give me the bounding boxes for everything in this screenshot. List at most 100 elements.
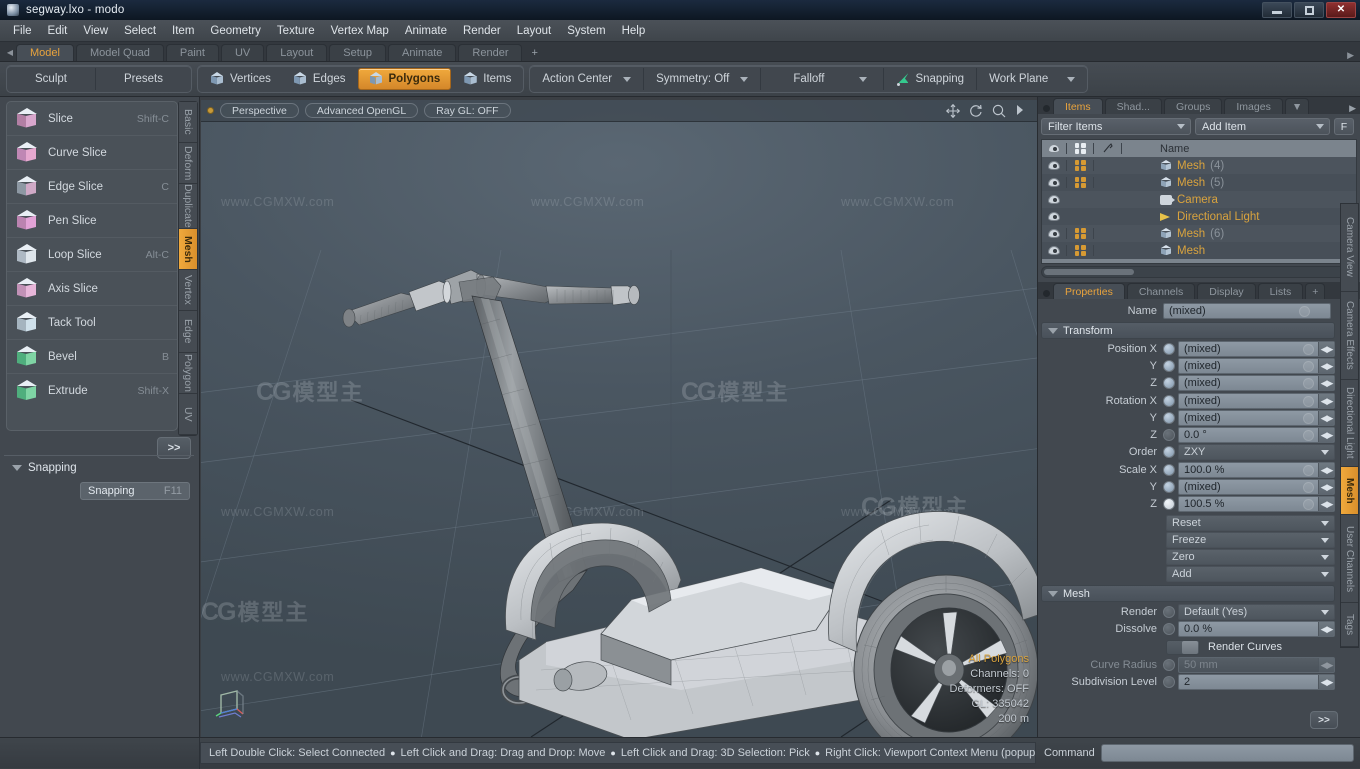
vtab-mesh[interactable]: Mesh <box>1341 467 1358 516</box>
menu-help[interactable]: Help <box>615 23 653 39</box>
edges-mode-button[interactable]: Edges <box>283 68 356 90</box>
render-dropdown[interactable]: Default (Yes) <box>1178 604 1335 620</box>
vtab-duplicate[interactable]: Duplicate <box>179 184 197 230</box>
layout-tab-render[interactable]: Render <box>458 44 523 61</box>
position-y-input[interactable]: (mixed) ◀▶ <box>1178 358 1335 374</box>
layout-tab-layout[interactable]: Layout <box>266 44 328 61</box>
spinner-icon[interactable]: ◀▶ <box>1318 428 1334 442</box>
tool-extrude[interactable]: Extrude Shift-X <box>7 374 177 408</box>
action-center-button[interactable]: Action Center <box>532 68 641 90</box>
tab-display[interactable]: Display <box>1197 283 1256 299</box>
key-toggle[interactable] <box>1163 498 1175 510</box>
sculpt-button[interactable]: Sculpt <box>9 68 93 90</box>
key-toggle[interactable] <box>1163 606 1175 618</box>
add-layout-tab-button[interactable]: + <box>524 44 544 61</box>
menu-texture[interactable]: Texture <box>270 23 322 39</box>
key-toggle[interactable] <box>1163 360 1175 372</box>
close-button[interactable]: ✕ <box>1326 2 1356 18</box>
list-item[interactable]: Directional Light <box>1042 208 1356 225</box>
rotation-z-input[interactable]: 0.0 ° ◀▶ <box>1178 427 1335 443</box>
tab-groups[interactable]: Groups <box>1163 98 1223 114</box>
vtab-uv[interactable]: UV <box>179 393 197 435</box>
menu-system[interactable]: System <box>560 23 612 39</box>
subdiv-toggle[interactable] <box>1066 228 1094 239</box>
mesh-section-header[interactable]: Mesh <box>1041 585 1335 602</box>
transform-section-header[interactable]: Transform <box>1041 322 1335 339</box>
dissolve-input[interactable]: 0.0 % ◀▶ <box>1178 621 1335 637</box>
layout-tab-setup[interactable]: Setup <box>329 44 387 61</box>
chevron-right-icon[interactable] <box>1015 104 1029 118</box>
vtab-vertex[interactable]: Vertex <box>179 270 197 312</box>
item-name-cell[interactable]: Mesh (5) <box>1122 177 1356 189</box>
spinner-icon[interactable]: ◀▶ <box>1318 376 1334 390</box>
menu-item[interactable]: Item <box>165 23 201 39</box>
spinner-icon[interactable]: ◀▶ <box>1318 480 1334 494</box>
list-item[interactable]: Mesh (6) <box>1042 225 1356 242</box>
filter-toggle-button[interactable]: F <box>1334 118 1354 135</box>
filter-items-dropdown[interactable]: Filter Items <box>1041 118 1191 135</box>
polygons-mode-button[interactable]: Polygons <box>357 68 452 90</box>
vertices-mode-button[interactable]: Vertices <box>200 68 281 90</box>
key-toggle[interactable] <box>1163 377 1175 389</box>
list-item[interactable]: Mesh (5) <box>1042 174 1356 191</box>
key-toggle[interactable] <box>1163 464 1175 476</box>
reset-dropdown[interactable]: Reset <box>1166 515 1335 531</box>
move-icon[interactable] <box>946 103 960 118</box>
tool-pen-slice[interactable]: Pen Slice <box>7 204 177 238</box>
subdivision-level-input[interactable]: 2 ◀▶ <box>1178 674 1335 690</box>
visibility-toggle[interactable] <box>1042 161 1066 170</box>
menu-select[interactable]: Select <box>117 23 163 39</box>
vtab-user-channels[interactable]: User Channels <box>1341 515 1358 603</box>
zoom-icon[interactable] <box>992 104 1006 118</box>
tab-shading[interactable]: Shad... <box>1104 98 1162 114</box>
rotation-order-dropdown[interactable]: ZXY <box>1178 444 1335 460</box>
work-plane-button[interactable]: Work Plane <box>979 68 1085 90</box>
menu-vertex-map[interactable]: Vertex Map <box>324 23 396 39</box>
snapping-tool-item[interactable]: Snapping F11 <box>80 482 190 500</box>
falloff-button[interactable]: Falloff <box>763 68 881 90</box>
visibility-toggle[interactable] <box>1042 229 1066 238</box>
item-name-cell[interactable]: Mesh <box>1122 245 1356 257</box>
vtab-camera-effects[interactable]: Camera Effects <box>1341 291 1358 380</box>
rotation-x-input[interactable]: (mixed) ◀▶ <box>1178 393 1335 409</box>
layout-tab-animate[interactable]: Animate <box>388 44 457 61</box>
viewport-shading-button[interactable]: Advanced OpenGL <box>304 103 419 118</box>
spinner-icon[interactable]: ◀▶ <box>1318 342 1334 356</box>
menu-animate[interactable]: Animate <box>398 23 454 39</box>
tab-properties[interactable]: Properties <box>1053 283 1125 299</box>
spinner-icon[interactable]: ◀▶ <box>1318 394 1334 408</box>
tab-images[interactable]: Images <box>1224 98 1283 114</box>
key-toggle[interactable] <box>1163 412 1175 424</box>
vtab-polygon[interactable]: Polygon <box>179 352 197 394</box>
key-toggle[interactable] <box>1163 481 1175 493</box>
render-curves-toggle[interactable] <box>1166 639 1200 655</box>
list-item[interactable]: Camera <box>1042 191 1356 208</box>
snapping-button[interactable]: Snapping <box>886 68 974 90</box>
key-toggle[interactable] <box>1163 676 1175 688</box>
viewport-raygl-button[interactable]: Ray GL: OFF <box>424 103 511 118</box>
items-mode-button[interactable]: Items <box>453 68 521 90</box>
tab-scroll-right-icon[interactable]: ▶ <box>1349 103 1360 114</box>
tool-tack-tool[interactable]: Tack Tool <box>7 306 177 340</box>
menu-view[interactable]: View <box>76 23 115 39</box>
menu-file[interactable]: File <box>6 23 39 39</box>
layout-tab-overflow-icon[interactable]: ▶ <box>1347 50 1360 61</box>
viewport-menu-dot-icon[interactable] <box>207 107 214 114</box>
layout-tab-uv[interactable]: UV <box>220 44 265 61</box>
tab-items[interactable]: Items <box>1053 98 1103 114</box>
tab-channels[interactable]: Channels <box>1126 283 1196 299</box>
item-name-cell[interactable]: Mesh (6) <box>1122 228 1356 240</box>
panel-menu-dot-icon[interactable] <box>1043 290 1050 297</box>
viewport-perspective-button[interactable]: Perspective <box>220 103 299 118</box>
add-properties-tab-button[interactable]: + <box>1305 283 1326 299</box>
key-toggle[interactable] <box>1163 446 1175 458</box>
name-input[interactable]: (mixed) <box>1163 303 1331 319</box>
scale-x-input[interactable]: 100.0 % ◀▶ <box>1178 462 1335 478</box>
tool-axis-slice[interactable]: Axis Slice <box>7 272 177 306</box>
vtab-edge[interactable]: Edge <box>179 311 197 353</box>
layout-tab-model-quad[interactable]: Model Quad <box>75 44 164 61</box>
key-toggle[interactable] <box>1163 623 1175 635</box>
add-dropdown[interactable]: Add <box>1166 566 1335 582</box>
key-toggle[interactable] <box>1163 343 1175 355</box>
minimize-button[interactable] <box>1262 2 1292 18</box>
